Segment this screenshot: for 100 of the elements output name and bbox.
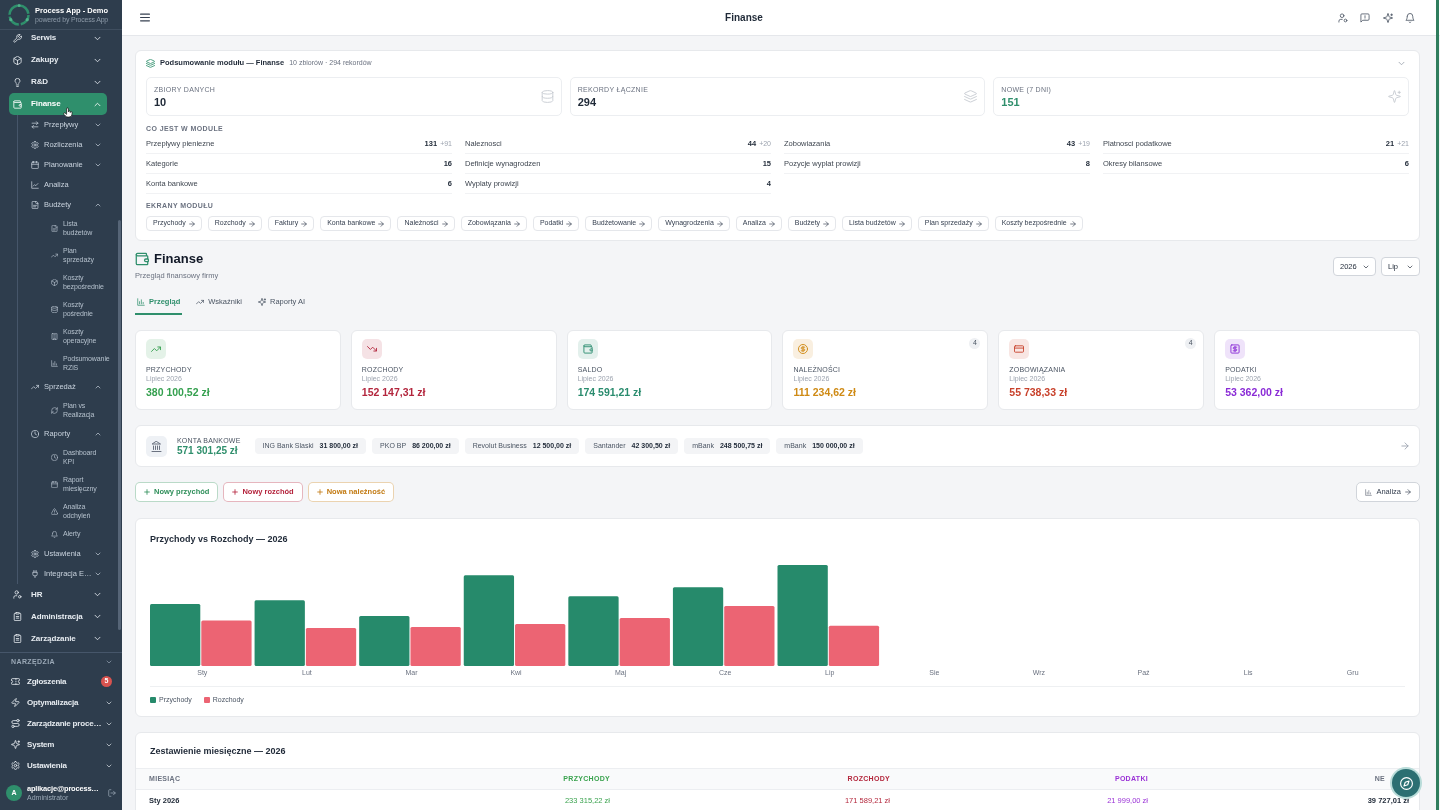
trend-up-icon xyxy=(51,252,58,259)
user-icon xyxy=(13,590,22,599)
ticket-icon xyxy=(11,677,20,686)
bar-chart-icon xyxy=(51,360,58,367)
nav-item[interactable]: Serwis xyxy=(9,30,107,49)
chevron-down-icon xyxy=(1363,264,1369,269)
arrow-right-icon xyxy=(441,220,448,227)
warning-icon xyxy=(51,508,58,515)
dollar-square-icon xyxy=(1230,344,1241,354)
sparkle-icon xyxy=(11,740,20,749)
arrow-right-icon xyxy=(248,220,255,227)
compass-button[interactable] xyxy=(1392,769,1420,797)
trend-up-icon xyxy=(196,298,205,306)
lightbulb-icon xyxy=(13,77,22,87)
clock-icon xyxy=(51,454,58,461)
bell-icon xyxy=(51,530,58,538)
building-icon xyxy=(51,333,58,340)
chevron-down-icon xyxy=(1407,264,1413,269)
clipboard-icon xyxy=(13,612,22,621)
calendar-icon xyxy=(31,161,39,169)
plus-icon xyxy=(316,489,323,495)
stat-value: 10 xyxy=(154,96,168,108)
sparkle-icon[interactable] xyxy=(1382,12,1393,23)
logout-icon[interactable] xyxy=(108,789,116,797)
scrollbar[interactable] xyxy=(1436,0,1439,810)
message-icon[interactable] xyxy=(1360,12,1370,23)
arrow-right-icon xyxy=(975,220,982,227)
database-icon xyxy=(51,306,58,313)
arrow-right-icon xyxy=(1069,220,1076,227)
wallet-icon xyxy=(135,252,149,266)
nav-item[interactable]: Administracja xyxy=(9,605,107,628)
user-icon[interactable] xyxy=(1337,12,1348,23)
dollar-icon xyxy=(798,344,809,354)
nav-item[interactable]: Finanse xyxy=(9,93,107,115)
arrow-right-icon xyxy=(378,220,385,227)
kpi-value: 55 738,33 zł xyxy=(1009,386,1068,398)
arrow-right-icon xyxy=(898,220,905,227)
bank-icon xyxy=(151,440,162,452)
kpi-value: 380 100,52 zł xyxy=(146,386,210,398)
clipboard-icon xyxy=(13,634,22,643)
arrow-right-icon xyxy=(513,220,520,227)
nav-item[interactable]: HR xyxy=(9,583,107,606)
line-chart-icon xyxy=(31,181,39,189)
stat-value: 151 xyxy=(1001,96,1021,108)
document-icon xyxy=(51,225,58,232)
table-title: Zestawienie miesięczne — 2026 xyxy=(150,745,286,757)
refresh-icon xyxy=(51,407,58,414)
lightning-icon xyxy=(11,698,20,707)
kpi-value: 152 147,31 zł xyxy=(361,386,426,398)
nav-item[interactable]: Optymalizacja xyxy=(0,692,122,713)
arrow-right-icon xyxy=(716,220,723,227)
cube-icon xyxy=(13,55,22,65)
arrow-right-icon xyxy=(301,220,308,227)
arrows-icon xyxy=(31,121,39,129)
sparkle-icon xyxy=(258,298,267,306)
stat-value: 294 xyxy=(577,96,597,108)
route-icon xyxy=(11,719,20,728)
plus-icon xyxy=(232,489,239,495)
logo-icon xyxy=(7,2,31,27)
wallet-icon xyxy=(13,99,22,109)
chart-title: Przychody vs Rozchody — 2026 xyxy=(150,533,288,546)
gear-icon xyxy=(31,141,39,149)
wallet-icon xyxy=(582,344,593,354)
scrollbar[interactable] xyxy=(118,220,121,630)
layers-icon xyxy=(146,58,155,68)
gear-icon xyxy=(31,549,39,558)
trend-up-icon xyxy=(31,383,39,391)
sparkle-icon xyxy=(1388,90,1401,103)
clock-icon xyxy=(31,430,39,438)
bar-chart-icon xyxy=(1365,488,1373,496)
nav-item[interactable]: R&D xyxy=(9,71,107,93)
arrow-right-icon xyxy=(639,220,646,227)
trend-down-icon xyxy=(366,344,377,354)
chevron-down-icon[interactable] xyxy=(106,660,112,664)
nav-item[interactable]: Zarządzanie proce… xyxy=(0,713,122,734)
nav-item[interactable]: Zakupy xyxy=(9,49,107,71)
arrow-right-icon[interactable] xyxy=(1401,442,1409,450)
plug-icon xyxy=(31,569,39,578)
nav-item[interactable]: System xyxy=(0,734,122,755)
bell-icon[interactable] xyxy=(1405,12,1415,23)
nav-item[interactable]: Zarządzanie xyxy=(9,627,107,650)
page-heading: Finanse xyxy=(154,251,204,267)
wrench-icon xyxy=(13,33,22,43)
menu-icon[interactable] xyxy=(140,13,150,22)
nav-item[interactable]: Ustawienia xyxy=(0,755,122,776)
kpi-value: 53 362,00 zł xyxy=(1225,386,1283,398)
gear-icon xyxy=(11,761,20,770)
accounts-total: 571 301,25 zł xyxy=(177,444,239,457)
layers-icon xyxy=(964,90,978,103)
kpi-value: 111 234,62 zł xyxy=(793,386,856,398)
chevron-down-icon[interactable] xyxy=(1398,60,1405,66)
bar-chart-icon xyxy=(137,298,145,306)
arrow-right-icon xyxy=(1405,489,1411,495)
cube-icon xyxy=(51,279,58,286)
document-icon xyxy=(31,201,39,209)
kpi-value: 174 591,21 zł xyxy=(577,386,642,398)
calendar-icon xyxy=(51,481,58,488)
trend-up-icon xyxy=(151,344,161,354)
plus-icon xyxy=(144,489,150,495)
arrow-right-icon xyxy=(768,220,775,227)
